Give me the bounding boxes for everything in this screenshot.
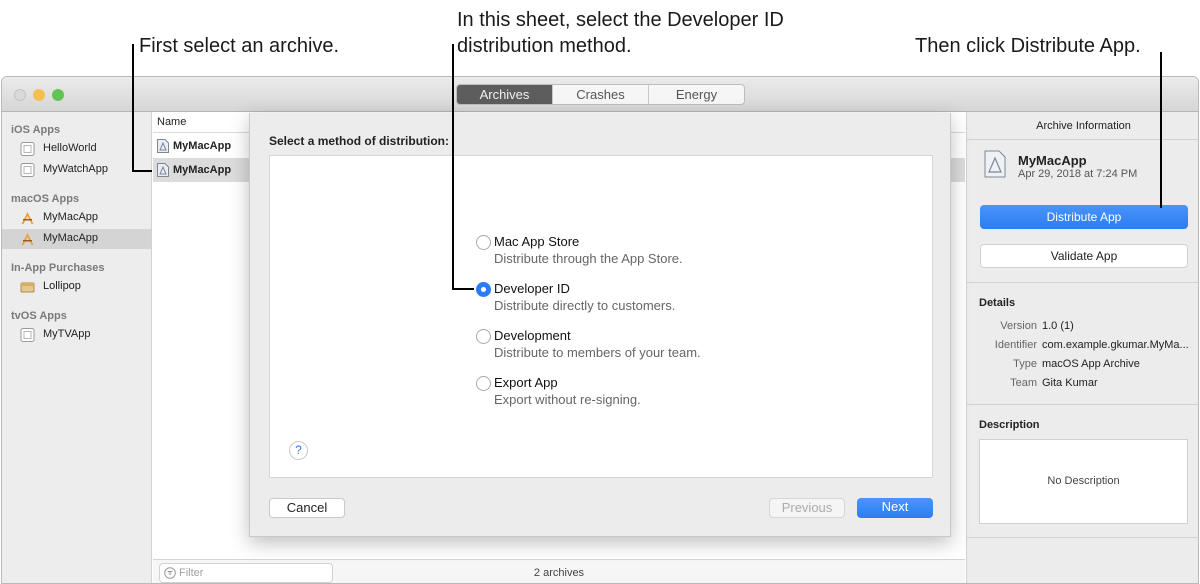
sidebar-item-label: HelloWorld (43, 142, 97, 154)
list-footer: Filter 2 archives (153, 559, 965, 583)
ios-app-icon (20, 163, 35, 177)
next-button[interactable]: Next (857, 498, 933, 518)
option-developer-id[interactable]: Developer ID Distribute directly to cust… (476, 281, 776, 315)
ios-app-icon (20, 142, 35, 156)
archive-information-panel: Archive Information MyMacApp Apr 29, 201… (966, 112, 1198, 583)
sidebar-group-title: iOS Apps (11, 124, 61, 136)
radio-export-app[interactable] (476, 376, 491, 391)
sidebar-item-mymacapp-selected[interactable]: MyMacApp (2, 229, 151, 249)
callout-distribute: Then click Distribute App. (915, 35, 1141, 57)
detail-value: Gita Kumar (1042, 377, 1098, 389)
detail-key: Type (1013, 358, 1037, 370)
row-name: MyMacApp (173, 164, 232, 176)
sheet-title: Select a method of distribution: (269, 134, 450, 148)
detail-identifier: Identifier com.example.gkumar.MyMa... (967, 339, 1198, 353)
callout-line (452, 44, 454, 290)
macos-app-icon (21, 212, 34, 224)
title-bar: Archives Crashes Energy (2, 77, 1198, 112)
macos-app-icon (21, 233, 34, 245)
help-button[interactable]: ? (289, 441, 308, 460)
detail-key: Team (1010, 377, 1037, 389)
option-title: Export App (494, 375, 558, 390)
option-mac-app-store[interactable]: Mac App Store Distribute through the App… (476, 234, 776, 268)
callout-sheet-line2: distribution method. (457, 35, 632, 57)
sidebar-group-title: macOS Apps (11, 193, 80, 205)
callout-sheet-line1: In this sheet, select the Developer ID (457, 9, 784, 31)
sidebar-item-lollipop[interactable]: Lollipop (2, 277, 151, 297)
previous-button[interactable]: Previous (769, 498, 845, 518)
detail-key: Version (1000, 320, 1037, 332)
archive-icon (157, 163, 169, 177)
option-description: Distribute directly to customers. (494, 298, 676, 313)
minimize-button[interactable] (33, 89, 45, 101)
detail-team: Team Gita Kumar (967, 377, 1198, 391)
callout-line (132, 170, 152, 172)
option-title: Development (494, 328, 571, 343)
cancel-button[interactable]: Cancel (269, 498, 345, 518)
detail-key: Identifier (994, 339, 1037, 351)
callout-line (1160, 52, 1162, 208)
option-development[interactable]: Development Distribute to members of you… (476, 328, 776, 362)
sidebar-item-mytvapp[interactable]: MyTVApp (2, 325, 151, 345)
inspector-title: Archive Information (967, 112, 1198, 140)
callout-line (132, 44, 134, 171)
sidebar: iOS Apps HelloWorld MyWatchApp macOS App… (2, 112, 152, 583)
option-description: Export without re-signing. (494, 392, 641, 407)
sidebar-item-mymacapp[interactable]: MyMacApp (2, 208, 151, 228)
description-title: Description (979, 419, 1040, 431)
distribution-method-sheet: Select a method of distribution: Mac App… (249, 113, 951, 537)
sidebar-item-label: MyTVApp (43, 328, 91, 340)
close-button[interactable] (14, 89, 26, 101)
sidebar-item-helloworld[interactable]: HelloWorld (2, 139, 151, 159)
sidebar-item-label: MyWatchApp (43, 163, 109, 175)
sidebar-group-title: In-App Purchases (11, 262, 105, 274)
callout-select-archive: First select an archive. (139, 35, 340, 57)
option-description: Distribute through the App Store. (494, 251, 683, 266)
radio-development[interactable] (476, 329, 491, 344)
radio-developer-id[interactable] (476, 282, 491, 297)
archive-date: Apr 29, 2018 at 7:24 PM (1018, 168, 1138, 180)
archive-count: 2 archives (533, 567, 585, 579)
detail-value: 1.0 (1) (1042, 320, 1074, 332)
column-header-label: Name (157, 116, 187, 128)
screenshot-root: First select an archive. In this sheet, … (0, 0, 1200, 584)
validate-app-button[interactable]: Validate App (980, 244, 1188, 268)
detail-type: Type macOS App Archive (967, 358, 1198, 372)
divider (967, 537, 1198, 538)
app-name: MyMacApp (1018, 153, 1087, 168)
option-export-app[interactable]: Export App Export without re-signing. (476, 375, 776, 409)
option-title: Developer ID (494, 281, 570, 296)
option-description: Distribute to members of your team. (494, 345, 701, 360)
sidebar-item-label: Lollipop (43, 280, 81, 292)
distribute-app-button[interactable]: Distribute App (980, 205, 1188, 229)
distribution-options-box: Mac App Store Distribute through the App… (269, 155, 933, 478)
detail-version: Version 1.0 (1) (967, 320, 1198, 334)
sidebar-group-title: tvOS Apps (11, 310, 67, 322)
divider (967, 404, 1198, 405)
tab-crashes[interactable]: Crashes (552, 85, 648, 104)
archive-icon (984, 150, 1006, 178)
tab-archives[interactable]: Archives (457, 85, 552, 104)
row-name: MyMacApp (173, 140, 232, 152)
detail-value: com.example.gkumar.MyMa... (1042, 339, 1189, 351)
description-field[interactable]: No Description (979, 439, 1188, 524)
details-title: Details (979, 297, 1016, 309)
sidebar-item-label: MyMacApp (43, 232, 99, 244)
package-icon (20, 282, 35, 293)
zoom-button[interactable] (52, 89, 64, 101)
tv-app-icon (20, 328, 35, 342)
radio-mac-app-store[interactable] (476, 235, 491, 250)
sidebar-item-label: MyMacApp (43, 211, 99, 223)
tab-segmented-control: Archives Crashes Energy (456, 84, 745, 105)
callout-line (452, 288, 474, 290)
option-title: Mac App Store (494, 234, 580, 249)
detail-value: macOS App Archive (1042, 358, 1140, 370)
archive-icon (157, 139, 169, 153)
tab-energy[interactable]: Energy (648, 85, 744, 104)
divider (967, 282, 1198, 283)
sidebar-item-mywatchapp[interactable]: MyWatchApp (2, 160, 151, 180)
